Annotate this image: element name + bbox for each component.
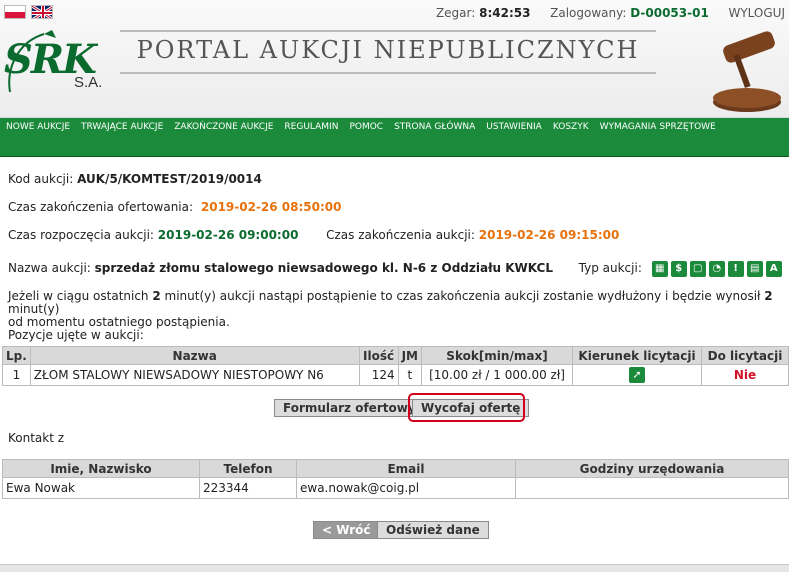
withdraw-highlight bbox=[408, 393, 525, 422]
auction-code: AUK/5/KOMTEST/2019/0014 bbox=[77, 172, 262, 186]
letter-a-icon: A bbox=[765, 261, 782, 277]
col-bidding: Do licytacji bbox=[701, 346, 789, 365]
nav-cart[interactable]: KOSZYK bbox=[553, 122, 589, 132]
item-step: [10.00 zł / 1 000.00 zł] bbox=[421, 364, 573, 386]
auction-type-label: Typ aukcji: bbox=[578, 261, 642, 275]
lock-icon: ▢ bbox=[689, 261, 706, 277]
info-text-a: Jeżeli w ciągu ostatnich bbox=[8, 289, 153, 303]
extension-info: Jeżeli w ciągu ostatnich 2 minut(y) aukc… bbox=[8, 290, 778, 342]
nav-new-auctions[interactable]: NOWE AUKCJE bbox=[6, 122, 70, 132]
main-navigation: NOWE AUKCJE TRWAJĄCE AUKCJE ZAKOŃCZONE A… bbox=[0, 118, 789, 157]
positions-label: Pozycje ujęte w aukcji: bbox=[8, 328, 144, 342]
item-bidding-status: Nie bbox=[701, 364, 789, 386]
document-icon: ▤ bbox=[746, 261, 763, 277]
auction-end-time: 2019-02-26 09:15:00 bbox=[478, 228, 620, 242]
logged-label: Zalogowany: bbox=[550, 6, 627, 20]
auction-items-table: Lp. Nazwa Ilość JM Skok[min/max] Kierune… bbox=[2, 346, 789, 386]
contact-email[interactable]: ewa.nowak@coig.pl bbox=[296, 477, 516, 499]
table-row: 1 ZŁOM STALOWY NIEWSADOWY NIESTOPOWY N6 … bbox=[2, 364, 789, 386]
contact-label: Kontakt z bbox=[8, 431, 65, 445]
info-minutes-a: 2 bbox=[152, 289, 161, 303]
auction-type-icons: ▦ $ ▢ ◔! ▤ A bbox=[651, 260, 785, 277]
portal-title: PORTAL AUKCJI NIEPUBLICZNYCH bbox=[136, 36, 640, 64]
auction-end-label: Czas zakończenia aukcji: bbox=[326, 228, 475, 242]
col-step: Skok[min/max] bbox=[421, 346, 573, 365]
user-id: D-00053-01 bbox=[630, 6, 709, 20]
auction-name: sprzedaż złomu stalowego niewsadowego kl… bbox=[94, 261, 553, 275]
col-name: Nazwa bbox=[29, 346, 360, 365]
nav-home[interactable]: STRONA GŁÓWNA bbox=[394, 122, 475, 132]
info-text-c: minut(y) aukcji nastąpi postąpienie to c… bbox=[160, 289, 765, 303]
title-rule-bottom bbox=[120, 72, 656, 74]
exclamation-icon: ! bbox=[727, 261, 744, 277]
col-contact-hours: Godziny urzędowania bbox=[515, 459, 789, 478]
polish-flag-icon[interactable] bbox=[4, 5, 26, 19]
contact-name: Ewa Nowak bbox=[2, 477, 200, 499]
back-button[interactable]: < Wróć bbox=[313, 521, 380, 539]
clock-icon: ◔ bbox=[708, 261, 725, 277]
nav-ongoing-auctions[interactable]: TRWAJĄCE AUKCJE bbox=[81, 122, 163, 132]
item-name: ZŁOM STALOWY NIEWSADOWY NIESTOPOWY N6 bbox=[29, 364, 360, 386]
col-quantity: Ilość bbox=[358, 346, 399, 365]
item-unit: t bbox=[397, 364, 423, 386]
col-lp: Lp. bbox=[2, 346, 31, 365]
refresh-button[interactable]: Odśwież dane bbox=[377, 521, 489, 539]
col-contact-email: Email bbox=[296, 459, 516, 478]
logout-link[interactable]: WYLOGUJ bbox=[728, 6, 785, 20]
uk-flag-icon[interactable] bbox=[31, 5, 53, 19]
offer-form-button[interactable]: Formularz ofertowy bbox=[274, 399, 425, 417]
header-banner: Zegar: 8:42:53 Zalogowany: D-00053-01 WY… bbox=[0, 0, 789, 118]
nav-regulations[interactable]: REGULAMIN bbox=[284, 122, 338, 132]
title-rule-top bbox=[120, 30, 656, 32]
col-direction: Kierunek licytacji bbox=[572, 346, 702, 365]
auction-start-label: Czas rozpoczęcia aukcji: bbox=[8, 228, 154, 242]
nav-help[interactable]: POMOC bbox=[349, 122, 383, 132]
contact-phone: 223344 bbox=[199, 477, 297, 499]
clock-label: Zegar: bbox=[435, 6, 476, 20]
offer-end-time: 2019-02-26 08:50:00 bbox=[200, 200, 342, 214]
info-minutes-b: 2 bbox=[764, 289, 773, 303]
logo-suffix: S.A. bbox=[74, 74, 103, 91]
grid-icon: ▦ bbox=[651, 261, 668, 277]
col-contact-phone: Telefon bbox=[199, 459, 297, 478]
nav-settings[interactable]: USTAWIENIA bbox=[486, 122, 542, 132]
session-info: Zegar: 8:42:53 Zalogowany: D-00053-01 WY… bbox=[436, 6, 785, 20]
item-quantity: 124 bbox=[358, 364, 399, 386]
nav-requirements[interactable]: WYMAGANIA SPRZĘTOWE bbox=[600, 122, 716, 132]
nav-finished-auctions[interactable]: ZAKOŃCZONE AUKCJE bbox=[174, 122, 273, 132]
arrow-up-right-icon[interactable]: ➚ bbox=[629, 367, 645, 383]
item-direction: ➚ bbox=[572, 364, 702, 386]
srk-logo[interactable]: SRK S.A. bbox=[4, 28, 104, 100]
col-unit: JM bbox=[397, 346, 423, 365]
auction-start-time: 2019-02-26 09:00:00 bbox=[157, 228, 299, 242]
auction-code-label: Kod aukcji: bbox=[8, 172, 74, 186]
dollar-icon: $ bbox=[670, 261, 687, 277]
auction-name-label: Nazwa aukcji: bbox=[8, 261, 91, 275]
col-contact-name: Imie, Nazwisko bbox=[2, 459, 200, 478]
contact-table: Imie, Nazwisko Telefon Email Godziny urz… bbox=[2, 459, 789, 499]
contact-hours bbox=[515, 477, 789, 499]
info-text-e: minut(y) bbox=[8, 302, 60, 316]
gavel-icon bbox=[713, 31, 781, 112]
offer-end-label: Czas zakończenia ofertowania: bbox=[8, 200, 194, 214]
item-lp: 1 bbox=[2, 364, 31, 386]
table-row: Ewa Nowak 223344 ewa.nowak@coig.pl bbox=[2, 477, 789, 499]
clock-value: 8:42:53 bbox=[479, 6, 531, 20]
